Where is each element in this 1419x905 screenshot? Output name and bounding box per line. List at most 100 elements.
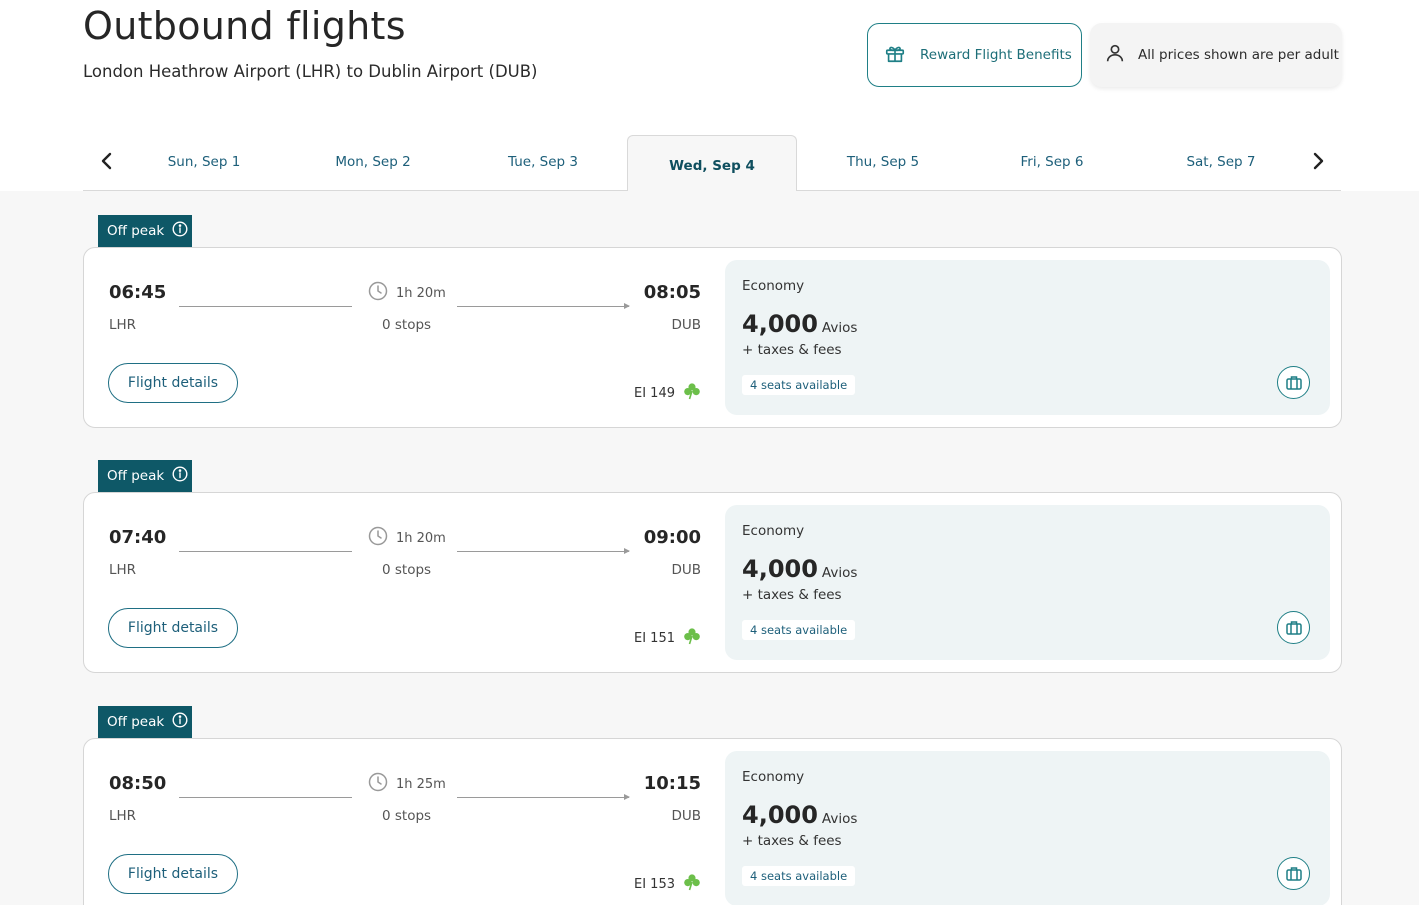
economy-fare-option[interactable]: Economy 4,000 Avios + taxes & fees 4 seat… (725, 751, 1330, 905)
page-title: Outbound flights (83, 4, 406, 48)
arrival-time: 10:15 (643, 773, 701, 794)
flight-number-text: EI 149 (634, 385, 675, 401)
person-icon (1104, 42, 1126, 68)
fare-amount: 4,000 (742, 310, 818, 338)
luggage-icon[interactable] (1277, 366, 1310, 399)
departure-airport-code: LHR (109, 808, 137, 824)
seats-available-badge: 4 seats available (742, 866, 856, 886)
stops-count: 0 stops (382, 317, 432, 333)
off-peak-badge: Off peak (98, 215, 192, 247)
flight-card: 06:45 LHR 1h 20m 0 stops 08:05 DUB Fligh… (83, 247, 1342, 428)
chevron-left-icon (100, 152, 114, 174)
reward-flight-benefits-button[interactable]: Reward Flight Benefits (867, 23, 1082, 87)
off-peak-badge: Off peak (98, 706, 192, 738)
route-subtitle: London Heathrow Airport (LHR) to Dublin … (83, 62, 538, 81)
arrival-airport-code: DUB (671, 562, 701, 578)
previous-dates-button[interactable] (94, 150, 120, 176)
duration: 1h 20m (368, 526, 446, 550)
stops-count: 0 stops (382, 808, 432, 824)
chevron-right-icon (1311, 152, 1325, 174)
departure-airport-code: LHR (109, 562, 137, 578)
flight-details-button[interactable]: Flight details (108, 608, 238, 648)
flight-details-button[interactable]: Flight details (108, 854, 238, 894)
date-selector: Sun, Sep 1 Mon, Sep 2 Tue, Sep 3 Wed, Se… (83, 134, 1341, 192)
arrival-airport-code: DUB (671, 808, 701, 824)
flight-number-text: EI 153 (634, 876, 675, 892)
economy-fare-option[interactable]: Economy 4,000 Avios + taxes & fees 4 seat… (725, 260, 1330, 415)
date-tab-wed-sep-4-selected[interactable]: Wed, Sep 4 (627, 135, 797, 192)
badge-label: Off peak (107, 223, 165, 239)
next-dates-button[interactable] (1305, 150, 1331, 176)
fare-price: 4,000 Avios (742, 555, 857, 583)
departure-airport-code: LHR (109, 317, 137, 333)
shamrock-icon (683, 627, 701, 649)
duration-text: 1h 20m (396, 285, 446, 301)
flight-results-page: Outbound flights London Heathrow Airport… (0, 0, 1419, 905)
flight-number: EI 153 (634, 873, 701, 895)
flight-number: EI 151 (634, 627, 701, 649)
cabin-class: Economy (742, 523, 805, 539)
route-arrow (457, 794, 630, 800)
duration-text: 1h 20m (396, 530, 446, 546)
flight-number-text: EI 151 (634, 630, 675, 646)
clock-icon (368, 281, 388, 305)
economy-fare-option[interactable]: Economy 4,000 Avios + taxes & fees 4 seat… (725, 505, 1330, 660)
info-icon[interactable] (172, 221, 188, 241)
date-tab-mon-sep-2[interactable]: Mon, Sep 2 (288, 134, 458, 190)
fare-price: 4,000 Avios (742, 310, 857, 338)
arrival-time: 09:00 (643, 527, 701, 548)
route-line (179, 306, 352, 307)
date-tab-fri-sep-6[interactable]: Fri, Sep 6 (967, 134, 1137, 190)
fare-amount: 4,000 (742, 555, 818, 583)
flight-details-button[interactable]: Flight details (108, 363, 238, 403)
flight-number: EI 149 (634, 382, 701, 404)
clock-icon (368, 772, 388, 796)
fare-unit: Avios (821, 811, 858, 827)
seats-available-badge: 4 seats available (742, 620, 856, 640)
info-icon[interactable] (172, 712, 188, 732)
clock-icon (368, 526, 388, 550)
fare-taxes: + taxes & fees (742, 342, 842, 358)
shamrock-icon (683, 873, 701, 895)
reward-flight-benefits-label: Reward Flight Benefits (920, 47, 1072, 63)
price-note: All prices shown are per adult (1090, 23, 1342, 87)
badge-label: Off peak (107, 468, 165, 484)
departure-time: 07:40 (109, 527, 167, 548)
fare-amount: 4,000 (742, 801, 818, 829)
fare-taxes: + taxes & fees (742, 587, 842, 603)
off-peak-badge: Off peak (98, 460, 192, 492)
stops-count: 0 stops (382, 562, 432, 578)
shamrock-icon (683, 382, 701, 404)
route-arrow (457, 303, 630, 309)
route-arrow (457, 548, 630, 554)
duration: 1h 20m (368, 281, 446, 305)
fare-price: 4,000 Avios (742, 801, 857, 829)
cabin-class: Economy (742, 769, 805, 785)
fare-unit: Avios (821, 565, 858, 581)
fare-taxes: + taxes & fees (742, 833, 842, 849)
info-icon[interactable] (172, 466, 188, 486)
route-line (179, 551, 352, 552)
seats-available-badge: 4 seats available (742, 375, 856, 395)
date-tab-thu-sep-5[interactable]: Thu, Sep 5 (798, 134, 968, 190)
date-tab-sun-sep-1[interactable]: Sun, Sep 1 (119, 134, 289, 190)
route-line (179, 797, 352, 798)
date-tab-tue-sep-3[interactable]: Tue, Sep 3 (458, 134, 628, 190)
gift-icon (884, 42, 906, 68)
cabin-class: Economy (742, 278, 805, 294)
duration-text: 1h 25m (396, 776, 446, 792)
luggage-icon[interactable] (1277, 611, 1310, 644)
badge-label: Off peak (107, 714, 165, 730)
flight-card: 07:40 LHR 1h 20m 0 stops 09:00 DUB Fligh… (83, 492, 1342, 673)
arrival-time: 08:05 (643, 282, 701, 303)
arrival-airport-code: DUB (671, 317, 701, 333)
departure-time: 08:50 (109, 773, 167, 794)
price-note-text: All prices shown are per adult (1138, 47, 1339, 63)
departure-time: 06:45 (109, 282, 167, 303)
date-tab-sat-sep-7[interactable]: Sat, Sep 7 (1136, 134, 1306, 190)
flight-card: 08:50 LHR 1h 25m 0 stops 10:15 DUB Fligh… (83, 738, 1342, 905)
duration: 1h 25m (368, 772, 446, 796)
luggage-icon[interactable] (1277, 857, 1310, 890)
fare-unit: Avios (821, 320, 858, 336)
flight-list: Off peak 06:45 LHR 1h 20m 0 stops 08:05 (0, 191, 1419, 905)
